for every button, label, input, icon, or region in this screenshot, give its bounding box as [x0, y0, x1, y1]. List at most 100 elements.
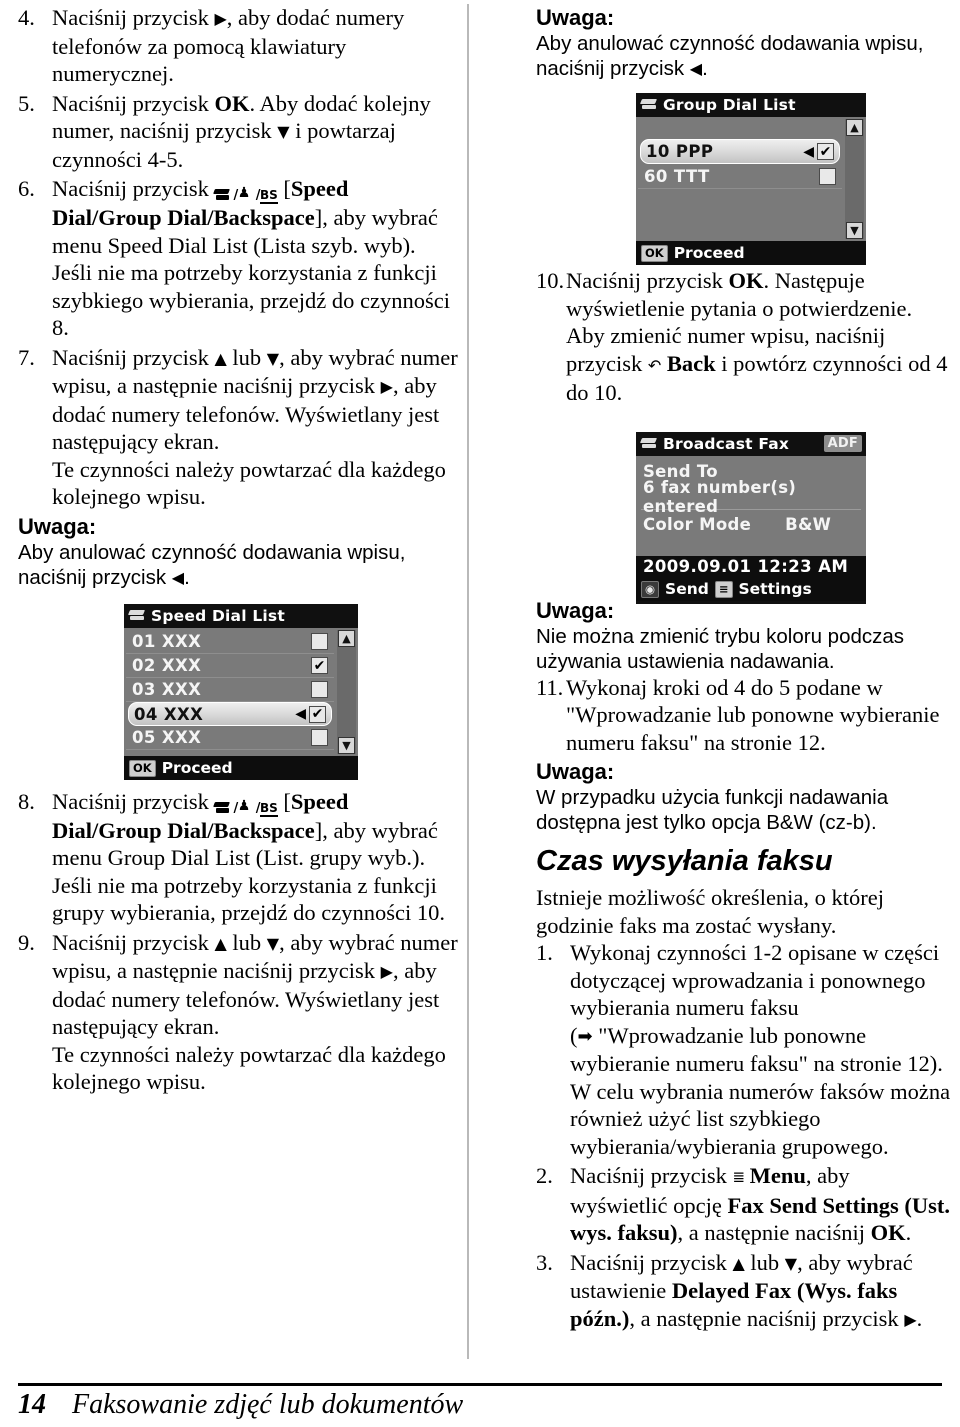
color-mode-value: B&W — [785, 514, 832, 534]
step-text: Wykonaj kroki od 4 do 5 podane w "Wprowa… — [566, 674, 940, 755]
ok-keycap[interactable]: OK — [129, 759, 156, 777]
list-item[interactable]: 04 XXX ◀ ✔ — [128, 702, 332, 726]
step-text: Wykonaj czynności 1-2 opisane w części d… — [570, 940, 951, 1159]
scroll-up-icon[interactable]: ▲ — [338, 630, 355, 647]
lcd-title-bar: Broadcast Fax ADF — [636, 432, 866, 456]
scrollbar[interactable]: ▲ ▼ — [845, 119, 864, 239]
arrow-down-icon: ▼ — [266, 933, 280, 953]
arrow-up-icon: ▲ — [732, 1253, 745, 1273]
emphasis: OK — [728, 268, 764, 293]
phone-icon — [129, 609, 146, 623]
scroll-up-icon[interactable]: ▲ — [846, 119, 863, 136]
emphasis: Menu — [749, 1163, 806, 1188]
step-number: 8. — [18, 788, 35, 814]
arrow-down-icon: ▼ — [784, 1253, 798, 1273]
lcd-footer-bar: ◉ Send ≡ Settings — [636, 577, 866, 601]
phone-icon — [641, 437, 658, 451]
lcd-speed-dial-list: Speed Dial List 01 XXX 02 XXX ✔ 03 XXX 04 XX… — [124, 604, 358, 780]
group-dial-rows: 10 PPP ◀ ✔ 60 TTT — [638, 139, 842, 189]
color-mode-label: Color Mode — [643, 514, 752, 534]
numbered-step: 6. Naciśnij przycisk //BS [Speed Dial/Gro… — [18, 175, 458, 342]
list-item[interactable]: 03 XXX — [126, 678, 334, 702]
send-to-value: 6 fax number(s) entered — [643, 477, 797, 516]
step-text: Naciśnij przycisk ▲ lub ▼, aby wybrać nu… — [52, 929, 458, 1095]
ok-keycap[interactable]: OK — [641, 244, 668, 262]
checkbox-unchecked[interactable] — [311, 633, 328, 650]
arrow-down-icon: ▼ — [266, 348, 280, 368]
scroll-down-icon[interactable]: ▼ — [846, 222, 863, 239]
phone-icon — [641, 98, 658, 112]
checkbox-checked[interactable]: ✔ — [817, 143, 834, 160]
lcd-title-bar: Group Dial List — [636, 93, 866, 117]
lcd-list-body: 01 XXX 02 XXX ✔ 03 XXX 04 XXX ◀ ✔ 05 XXX ▲ ▼ — [124, 628, 358, 756]
scrollbar[interactable]: ▲ ▼ — [337, 630, 356, 754]
page-footer: 14 Faksowanie zdjęć lub dokumentów — [18, 1389, 818, 1421]
list-item-label: 01 XXX — [132, 632, 202, 651]
list-item[interactable]: 01 XXX — [126, 630, 334, 654]
step-text: Naciśnij przycisk //BS [Speed Dial/Group… — [52, 788, 458, 927]
list-item[interactable]: 05 XXX — [126, 726, 334, 750]
step-number: 3. — [536, 1249, 553, 1275]
step-number: 10. — [536, 268, 565, 293]
proceed-label: Proceed — [673, 244, 745, 262]
step-text: Naciśnij przycisk OK. Aby dodać kolejny … — [52, 90, 431, 172]
send-label: Send — [665, 580, 709, 598]
step-number: 2. — [536, 1163, 553, 1188]
arrow-left-icon: ◀ — [689, 59, 703, 78]
list-item-label: 10 PPP — [646, 142, 714, 161]
send-to-value-row: 6 fax number(s) entered — [636, 478, 866, 516]
list-item-label: 02 XXX — [132, 656, 202, 675]
list-item[interactable]: 60 TTT — [638, 164, 842, 189]
section-heading: Czas wysyłania faksu — [536, 845, 833, 877]
right-steps-group: 1. Wykonaj czynności 1-2 opisane w części… — [536, 939, 952, 1333]
lcd-group-dial-list: Group Dial List 10 PPP ◀ ✔ 60 TTT ▲ ▼ OK Pr… — [636, 93, 866, 265]
checkbox-unchecked[interactable] — [311, 729, 328, 746]
checkbox-unchecked[interactable] — [819, 167, 836, 185]
arrow-right-icon: ▶ — [214, 9, 227, 28]
arrow-up-icon: ▲ — [214, 933, 227, 953]
speed-dial-rows: 01 XXX 02 XXX ✔ 03 XXX 04 XXX ◀ ✔ 05 XXX — [126, 630, 334, 750]
step-number: 4. — [18, 5, 35, 30]
back-icon: ↶ — [647, 355, 662, 375]
step-number: 11. — [536, 674, 564, 700]
section-intro: Istnieje możliwość określenia, o której … — [536, 885, 885, 938]
checkbox-checked[interactable]: ✔ — [311, 657, 328, 674]
arrow-left-icon: ◀ — [171, 567, 185, 587]
checkbox-checked[interactable]: ✔ — [309, 705, 326, 723]
scroll-down-icon[interactable]: ▼ — [338, 737, 355, 754]
group-dial-icon — [238, 797, 256, 815]
checkbox-unchecked[interactable] — [311, 681, 328, 698]
emphasis: Back — [666, 350, 716, 376]
speed-dial-group-dial-backspace-icon: //BS — [214, 184, 278, 204]
document-page: 4. Naciśnij przycisk ▶, aby dodać numery … — [0, 0, 960, 1427]
step-text: Naciśnij przycisk ≣ Menu, aby wyświetlić… — [570, 1163, 950, 1245]
note-text: Aby anulować czynność dodawania wpisu, n… — [18, 540, 406, 589]
note-text: Nie można zmienić trybu koloru podczas u… — [536, 624, 905, 673]
numbered-step: 11. Wykonaj kroki od 4 do 5 podane w "Wpr… — [536, 674, 952, 757]
arrow-right-icon: ▶ — [904, 1309, 917, 1329]
arrow-right-icon: ▶ — [380, 377, 393, 396]
step-number: 1. — [536, 940, 553, 965]
pointer-right-icon: ➡ — [577, 1025, 593, 1047]
list-item-label: 60 TTT — [644, 166, 710, 186]
lcd-title-text: Speed Dial List — [151, 607, 285, 625]
list-item[interactable]: 02 XXX ✔ — [126, 654, 334, 678]
arrow-down-icon: ▼ — [277, 122, 290, 141]
list-item[interactable]: 10 PPP ◀ ✔ — [640, 139, 840, 164]
settings-label: Settings — [738, 580, 812, 598]
send-key-icon[interactable]: ◉ — [641, 580, 660, 598]
numbered-step: 5. Naciśnij przycisk OK. Aby dodać kolejn… — [18, 90, 458, 174]
list-item-label: 03 XXX — [132, 680, 202, 699]
right-note-1: Uwaga: Aby anulować czynność dodawania wp… — [536, 4, 952, 81]
arrow-right-icon: ▶ — [380, 962, 393, 981]
step-text: Naciśnij przycisk ▲ lub ▼, aby wybrać us… — [570, 1249, 923, 1331]
step-number: 7. — [18, 344, 35, 370]
numbered-step: 10. Naciśnij przycisk OK. Następuje wyświ… — [536, 267, 952, 407]
settings-key-icon[interactable]: ≡ — [714, 580, 733, 598]
emphasis: Delayed Fax (Wys. faks późn.) — [570, 1278, 898, 1331]
lcd-footer-bar: OK Proceed — [124, 756, 358, 780]
step-number: 5. — [18, 90, 35, 116]
note-title: Uwaga: — [536, 5, 615, 30]
lcd-broadcast-fax: Broadcast Fax ADF Send To 6 fax number(s… — [636, 432, 866, 604]
arrow-up-icon: ▲ — [214, 348, 227, 368]
